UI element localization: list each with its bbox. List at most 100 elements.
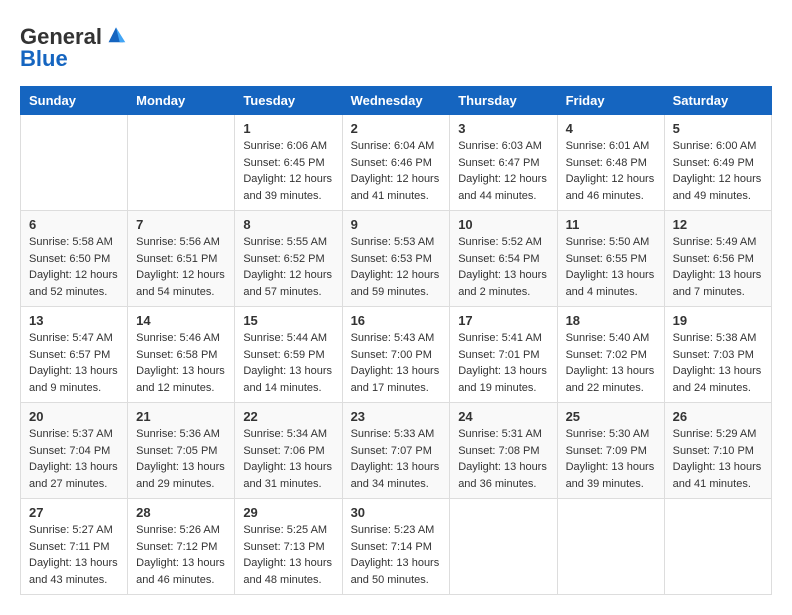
sunrise-text: Sunrise: 5:31 AM	[458, 428, 542, 440]
day-info: Sunrise: 5:36 AMSunset: 7:05 PMDaylight:…	[136, 426, 226, 492]
day-number: 21	[136, 409, 226, 424]
daylight-text: Daylight: 12 hours and 59 minutes.	[351, 269, 440, 298]
sunset-text: Sunset: 7:06 PM	[243, 445, 324, 457]
sunset-text: Sunset: 7:09 PM	[566, 445, 647, 457]
day-info: Sunrise: 5:31 AM Sunset: 7:08 PM Daylight:…	[458, 426, 548, 492]
calendar-cell: 22Sunrise: 5:34 AMSunset: 7:06 PMDayligh…	[235, 403, 342, 499]
day-info: Sunrise: 5:56 AMSunset: 6:51 PMDaylight:…	[136, 234, 226, 300]
day-number: 1	[243, 121, 333, 136]
sunset-text: Sunset: 7:12 PM	[136, 541, 217, 553]
calendar-cell: 16 Sunrise: 5:43 AMSunset: 7:00 PMDayligh…	[342, 307, 450, 403]
calendar-cell: 28 Sunrise: 5:26 AMSunset: 7:12 PMDayligh…	[128, 499, 235, 595]
day-number: 15	[243, 313, 333, 328]
day-number: 16	[351, 313, 442, 328]
sunrise-text: Sunrise: 5:33 AM	[351, 428, 435, 440]
day-number: 13	[29, 313, 119, 328]
sunset-text: Sunset: 6:51 PM	[136, 253, 217, 265]
day-info: Sunrise: 5:23 AMSunset: 7:14 PMDaylight:…	[351, 522, 442, 588]
day-number: 14	[136, 313, 226, 328]
day-number: 19	[673, 313, 763, 328]
daylight-text: Daylight: 12 hours and 46 minutes.	[566, 173, 655, 202]
calendar-cell	[557, 499, 664, 595]
sunrise-text: Sunrise: 5:27 AM	[29, 524, 113, 536]
calendar-header-wednesday: Wednesday	[342, 87, 450, 115]
daylight-text: Daylight: 13 hours and 46 minutes.	[136, 557, 225, 586]
calendar-cell: 9Sunrise: 5:53 AMSunset: 6:53 PMDaylight…	[342, 211, 450, 307]
sunrise-text: Sunrise: 5:52 AM	[458, 236, 542, 248]
sunset-text: Sunset: 7:03 PM	[673, 349, 754, 361]
day-number: 11	[566, 217, 656, 232]
calendar-cell: 17Sunrise: 5:41 AMSunset: 7:01 PMDayligh…	[450, 307, 557, 403]
day-number: 25	[566, 409, 656, 424]
sunrise-text: Sunrise: 5:43 AM	[351, 332, 435, 344]
calendar-cell: 8Sunrise: 5:55 AMSunset: 6:52 PMDaylight…	[235, 211, 342, 307]
calendar-cell: 10Sunrise: 5:52 AMSunset: 6:54 PMDayligh…	[450, 211, 557, 307]
page-header: General Blue	[20, 20, 772, 70]
sunrise-text: Sunrise: 5:40 AM	[566, 332, 650, 344]
logo: General Blue	[20, 20, 129, 70]
sunrise-text: Sunrise: 6:06 AM	[243, 140, 327, 152]
day-info: Sunrise: 6:01 AM Sunset: 6:48 PM Daylight:…	[566, 138, 656, 204]
day-info: Sunrise: 5:26 AMSunset: 7:12 PMDaylight:…	[136, 522, 226, 588]
calendar-cell: 18Sunrise: 5:40 AMSunset: 7:02 PMDayligh…	[557, 307, 664, 403]
sunrise-text: Sunrise: 5:29 AM	[673, 428, 757, 440]
day-number: 29	[243, 505, 333, 520]
logo-blue-text: Blue	[20, 48, 129, 70]
daylight-text: Daylight: 13 hours and 9 minutes.	[29, 365, 118, 394]
calendar-week-row: 27 Sunrise: 5:27 AMSunset: 7:11 PMDayligh…	[21, 499, 772, 595]
day-number: 23	[351, 409, 442, 424]
sunset-text: Sunset: 7:07 PM	[351, 445, 432, 457]
sunrise-text: Sunrise: 6:01 AM	[566, 140, 650, 152]
day-info: Sunrise: 5:37 AMSunset: 7:04 PMDaylight:…	[29, 426, 119, 492]
logo-general-text: General	[20, 26, 102, 48]
sunrise-text: Sunrise: 5:41 AM	[458, 332, 542, 344]
day-number: 20	[29, 409, 119, 424]
calendar-header-tuesday: Tuesday	[235, 87, 342, 115]
day-number: 27	[29, 505, 119, 520]
calendar-week-row: 20 Sunrise: 5:37 AMSunset: 7:04 PMDayligh…	[21, 403, 772, 499]
calendar-cell	[21, 115, 128, 211]
sunset-text: Sunset: 7:08 PM	[458, 445, 539, 457]
sunrise-text: Sunrise: 5:58 AM	[29, 236, 113, 248]
daylight-text: Daylight: 13 hours and 41 minutes.	[673, 461, 762, 490]
calendar-cell: 13Sunrise: 5:47 AMSunset: 6:57 PMDayligh…	[21, 307, 128, 403]
calendar-cell: 25Sunrise: 5:30 AMSunset: 7:09 PMDayligh…	[557, 403, 664, 499]
day-number: 6	[29, 217, 119, 232]
calendar-header-friday: Friday	[557, 87, 664, 115]
day-number: 28	[136, 505, 226, 520]
day-info: Sunrise: 5:49 AMSunset: 6:56 PMDaylight:…	[673, 234, 763, 300]
day-number: 4	[566, 121, 656, 136]
daylight-text: Daylight: 13 hours and 36 minutes.	[458, 461, 547, 490]
day-info: Sunrise: 5:27 AMSunset: 7:11 PMDaylight:…	[29, 522, 119, 588]
day-info: Sunrise: 6:00 AMSunset: 6:49 PMDaylight:…	[673, 138, 763, 204]
daylight-text: Daylight: 13 hours and 39 minutes.	[566, 461, 655, 490]
calendar-header-saturday: Saturday	[664, 87, 771, 115]
daylight-text: Daylight: 13 hours and 50 minutes.	[351, 557, 440, 586]
daylight-text: Daylight: 12 hours and 57 minutes.	[243, 269, 332, 298]
calendar-cell: 5Sunrise: 6:00 AMSunset: 6:49 PMDaylight…	[664, 115, 771, 211]
day-info: Sunrise: 5:43 AMSunset: 7:00 PMDaylight:…	[351, 330, 442, 396]
sunset-text: Sunset: 6:52 PM	[243, 253, 324, 265]
sunset-text: Sunset: 6:59 PM	[243, 349, 324, 361]
daylight-text: Daylight: 12 hours and 44 minutes.	[458, 173, 547, 202]
sunrise-text: Sunrise: 5:44 AM	[243, 332, 327, 344]
sunset-text: Sunset: 6:57 PM	[29, 349, 110, 361]
calendar-cell: 4 Sunrise: 6:01 AM Sunset: 6:48 PM Daylight…	[557, 115, 664, 211]
daylight-text: Daylight: 12 hours and 41 minutes.	[351, 173, 440, 202]
daylight-text: Daylight: 13 hours and 29 minutes.	[136, 461, 225, 490]
day-number: 30	[351, 505, 442, 520]
sunset-text: Sunset: 7:10 PM	[673, 445, 754, 457]
daylight-text: Daylight: 13 hours and 19 minutes.	[458, 365, 547, 394]
sunset-text: Sunset: 6:48 PM	[566, 157, 647, 169]
day-info: Sunrise: 5:34 AMSunset: 7:06 PMDaylight:…	[243, 426, 333, 492]
calendar-cell: 24Sunrise: 5:31 AMSunset: 7:08 PMDayligh…	[450, 403, 557, 499]
sunrise-text: Sunrise: 5:56 AM	[136, 236, 220, 248]
day-number: 12	[673, 217, 763, 232]
calendar-header-sunday: Sunday	[21, 87, 128, 115]
calendar-cell: 7Sunrise: 5:56 AMSunset: 6:51 PMDaylight…	[128, 211, 235, 307]
day-number: 10	[458, 217, 548, 232]
day-info: Sunrise: 5:38 AMSunset: 7:03 PMDaylight:…	[673, 330, 763, 396]
daylight-text: Daylight: 13 hours and 17 minutes.	[351, 365, 440, 394]
calendar-cell: 2Sunrise: 6:04 AMSunset: 6:46 PMDaylight…	[342, 115, 450, 211]
day-info: Sunrise: 6:06 AMSunset: 6:45 PMDaylight:…	[243, 138, 333, 204]
